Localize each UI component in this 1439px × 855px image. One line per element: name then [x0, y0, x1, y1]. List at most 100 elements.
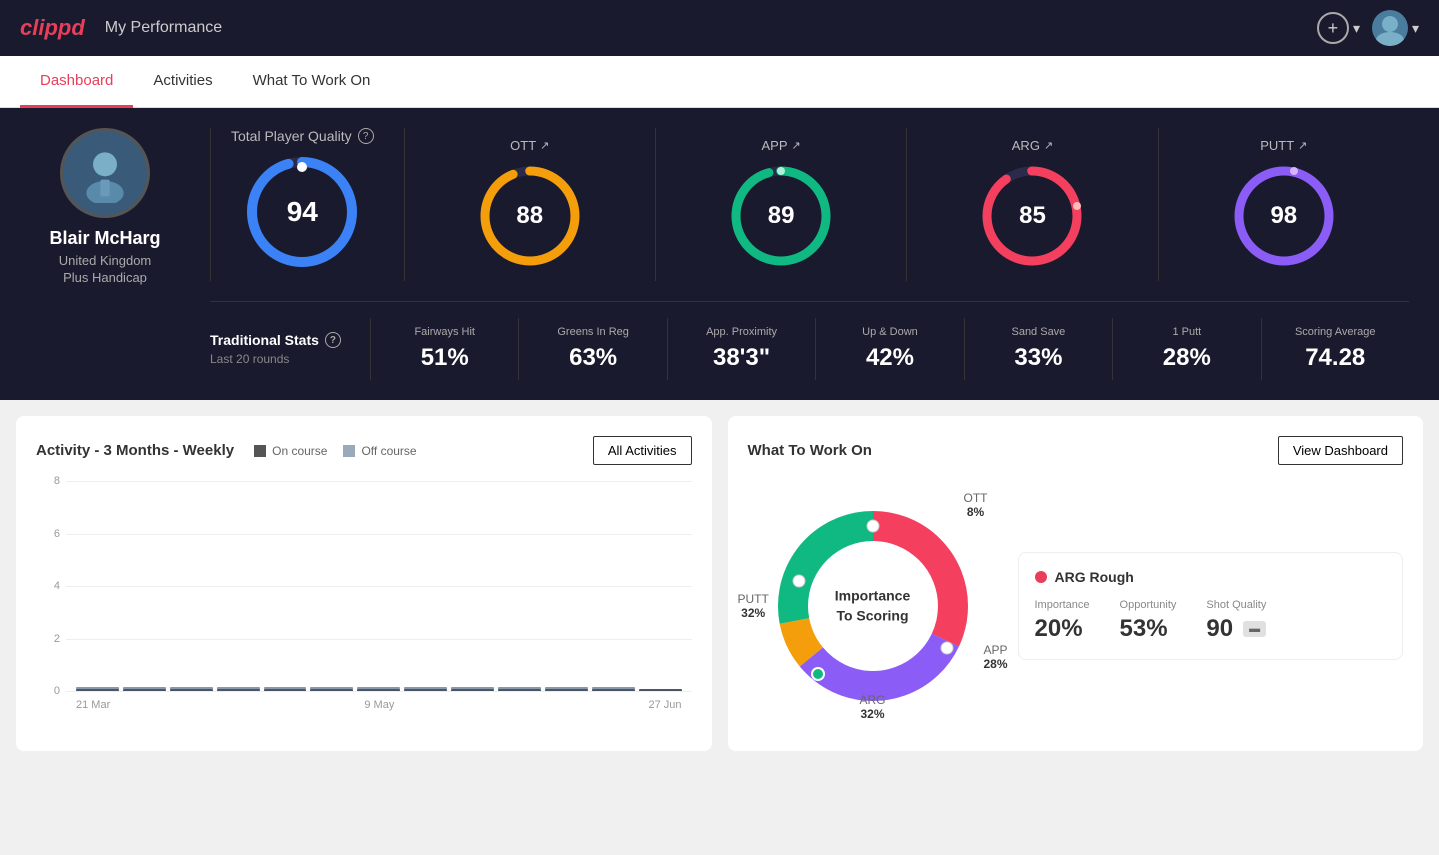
user-avatar-button[interactable]: ▾ — [1372, 10, 1419, 46]
x-label-jun: 27 Jun — [648, 699, 681, 711]
activity-header-left: Activity - 3 Months - Weekly On course O… — [36, 442, 417, 459]
rec-metric-shot-quality: Shot Quality 90 ▬ — [1206, 599, 1266, 643]
player-info: Blair McHarg United Kingdom Plus Handica… — [30, 128, 180, 285]
wtwo-card: What To Work On View Dashboard — [728, 416, 1424, 751]
bar-on-4 — [264, 689, 307, 691]
traditional-stats: Traditional Stats ? Last 20 rounds Fairw… — [210, 301, 1409, 380]
importance-value: 20% — [1035, 615, 1090, 643]
all-activities-button[interactable]: All Activities — [593, 436, 692, 465]
y-axis-labels: 8 6 4 2 0 — [36, 481, 64, 691]
total-quality-label: Total Player Quality ? — [231, 128, 374, 144]
trad-updown: Up & Down 42% — [815, 318, 963, 380]
activity-card: Activity - 3 Months - Weekly On course O… — [16, 416, 712, 751]
nav-tabs: Dashboard Activities What To Work On — [0, 56, 1439, 108]
bar-on-8 — [451, 689, 494, 691]
arg-donut-label: ARG 32% — [859, 693, 885, 721]
add-button[interactable]: + ▾ — [1317, 12, 1360, 44]
y-label-8: 8 — [54, 475, 60, 487]
player-handicap: Plus Handicap — [63, 270, 147, 285]
tab-what-to-work-on[interactable]: What To Work On — [233, 56, 391, 108]
bar-on-2 — [170, 689, 213, 691]
chart-legend: On course Off course — [254, 444, 417, 458]
bar-group-8 — [451, 687, 494, 691]
app-value: 89 — [768, 202, 795, 230]
header-right: + ▾ ▾ — [1317, 10, 1419, 46]
greens-label: Greens In Reg — [527, 326, 658, 338]
rec-metric-opportunity: Opportunity 53% — [1120, 599, 1177, 643]
trad-scoring: Scoring Average 74.28 — [1261, 318, 1409, 380]
activity-chart-title: Activity - 3 Months - Weekly — [36, 442, 234, 459]
wtwo-content: ImportanceTo Scoring OTT 8% APP 28% ARG … — [748, 481, 1404, 731]
app-donut-label: APP 28% — [983, 643, 1007, 671]
donut-chart: ImportanceTo Scoring OTT 8% APP 28% ARG … — [748, 481, 998, 731]
sandsave-label: Sand Save — [973, 326, 1104, 338]
stats-section: Total Player Quality ? 94 — [210, 128, 1409, 380]
recommendation-area: ARG Rough Importance 20% Opportunity 53%… — [1018, 552, 1404, 660]
importance-label: Importance — [1035, 599, 1090, 611]
help-icon[interactable]: ? — [358, 128, 374, 144]
trad-help-icon[interactable]: ? — [325, 332, 341, 348]
lower-section: Activity - 3 Months - Weekly On course O… — [0, 400, 1439, 767]
total-quality: Total Player Quality ? 94 — [211, 128, 405, 281]
scoring-label: Scoring Average — [1270, 326, 1401, 338]
quality-stats: Total Player Quality ? 94 — [210, 128, 1409, 281]
ott-gauge: 88 — [475, 161, 585, 271]
activity-card-header: Activity - 3 Months - Weekly On course O… — [36, 436, 692, 465]
updown-value: 42% — [824, 344, 955, 372]
app-label: APP ↗ — [762, 138, 801, 153]
avatar-icon — [1372, 10, 1408, 46]
trad-greens: Greens In Reg 63% — [518, 318, 666, 380]
bar-on-11 — [592, 689, 635, 691]
tab-dashboard[interactable]: Dashboard — [20, 56, 133, 108]
bar-on-7 — [404, 689, 447, 691]
recommendation-card: ARG Rough Importance 20% Opportunity 53%… — [1018, 552, 1404, 660]
rec-metric-importance: Importance 20% — [1035, 599, 1090, 643]
wtwo-title: What To Work On — [748, 442, 872, 459]
rec-metrics: Importance 20% Opportunity 53% Shot Qual… — [1035, 599, 1387, 643]
putt-gauge: 98 — [1229, 161, 1339, 271]
dashboard-panel: Blair McHarg United Kingdom Plus Handica… — [0, 108, 1439, 400]
trad-sandsave: Sand Save 33% — [964, 318, 1112, 380]
rec-dot — [1035, 571, 1047, 583]
off-course-dot — [343, 445, 355, 457]
bar-on-10 — [545, 689, 588, 691]
shot-quality-badge: ▬ — [1243, 621, 1266, 637]
wtwo-header: What To Work On View Dashboard — [748, 436, 1404, 465]
logo: clippd — [20, 15, 85, 41]
trad-1putt: 1 Putt 28% — [1112, 318, 1260, 380]
proximity-label: App. Proximity — [676, 326, 807, 338]
1putt-value: 28% — [1121, 344, 1252, 372]
legend-off-course: Off course — [343, 444, 416, 458]
bars-container — [66, 481, 692, 691]
1putt-label: 1 Putt — [1121, 326, 1252, 338]
opportunity-label: Opportunity — [1120, 599, 1177, 611]
total-quality-value: 94 — [287, 196, 318, 228]
donut-center-text: ImportanceTo Scoring — [835, 586, 910, 625]
grid-line-0 — [66, 691, 692, 692]
bar-group-0 — [76, 687, 119, 691]
trad-fairways: Fairways Hit 51% — [370, 318, 518, 380]
trad-proximity: App. Proximity 38'3" — [667, 318, 815, 380]
ott-value: 88 — [516, 202, 543, 230]
legend-on-course: On course — [254, 444, 327, 458]
bar-group-4 — [264, 687, 307, 691]
x-label-may: 9 May — [364, 699, 394, 711]
shot-quality-label: Shot Quality — [1206, 599, 1266, 611]
avatar[interactable] — [1372, 10, 1408, 46]
tab-activities[interactable]: Activities — [133, 56, 232, 108]
stat-app: APP ↗ 89 — [656, 128, 907, 281]
y-label-4: 4 — [54, 580, 60, 592]
y-label-2: 2 — [54, 633, 60, 645]
view-dashboard-button[interactable]: View Dashboard — [1278, 436, 1403, 465]
x-axis-labels: 21 Mar 9 May 27 Jun — [66, 699, 692, 711]
add-circle-icon[interactable]: + — [1317, 12, 1349, 44]
arg-label: ARG ↗ — [1012, 138, 1053, 153]
stat-ott: OTT ↗ 88 — [405, 128, 656, 281]
bar-on-6 — [357, 689, 400, 691]
trad-stats-sublabel: Last 20 rounds — [210, 352, 370, 366]
arg-gauge: 85 — [977, 161, 1087, 271]
bar-group-11 — [592, 687, 635, 691]
x-label-mar: 21 Mar — [76, 699, 110, 711]
shot-quality-value: 90 — [1206, 615, 1233, 643]
logo-text: clippd — [20, 15, 85, 41]
